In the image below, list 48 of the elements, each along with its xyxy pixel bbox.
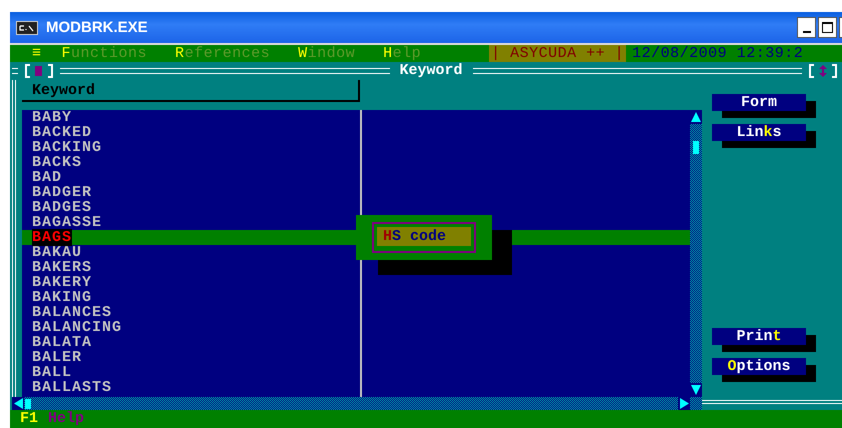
resize-icon[interactable] xyxy=(808,64,838,78)
keyword-item[interactable]: BACKING xyxy=(32,139,102,156)
menu-item[interactable]: References xyxy=(175,45,270,62)
horizontal-scroll-thumb[interactable] xyxy=(25,399,31,409)
menu-item[interactable]: Help xyxy=(383,45,422,62)
console-icon xyxy=(16,20,38,34)
minimize-button[interactable] xyxy=(797,17,816,38)
side-button[interactable]: Form xyxy=(712,94,806,111)
maximize-button[interactable] xyxy=(818,17,837,38)
hs-code-option[interactable]: HS code xyxy=(377,227,471,246)
keyword-item[interactable]: BALATA xyxy=(32,334,92,351)
keyword-item[interactable]: BADGER xyxy=(32,184,92,201)
menu-item[interactable]: Functions xyxy=(62,45,148,62)
keyword-item[interactable]: BACKED xyxy=(32,124,92,141)
keyword-item[interactable]: BAD xyxy=(32,169,62,186)
window-title: MODBRK.EXE xyxy=(46,19,149,36)
scroll-left-icon[interactable] xyxy=(12,397,24,410)
keyword-item[interactable]: BAGS xyxy=(32,229,72,246)
scroll-right-icon[interactable] xyxy=(678,397,690,410)
keyword-item[interactable]: BADGES xyxy=(32,199,92,216)
menu-item[interactable]: Window xyxy=(298,45,356,62)
keyword-item[interactable]: BAKERS xyxy=(32,259,92,276)
keyword-item[interactable]: BAKAU xyxy=(32,244,82,261)
keyword-item[interactable]: BALANCES xyxy=(32,304,112,321)
keyword-item[interactable]: BAGASSE xyxy=(32,214,102,231)
side-button[interactable]: Print xyxy=(712,328,806,345)
minimize-icon xyxy=(802,30,810,32)
keyword-item[interactable]: BALLASTS xyxy=(32,379,112,396)
date-time: 12/08/2009 12:39:2 xyxy=(632,45,804,62)
scroll-up-icon[interactable] xyxy=(690,110,702,124)
system-menu[interactable]: ≡ xyxy=(32,45,42,62)
keyword-item[interactable]: BALL xyxy=(32,364,72,381)
help-key[interactable]: F1 xyxy=(20,410,38,428)
keyword-item[interactable]: BAKING xyxy=(32,289,92,306)
side-button[interactable]: Links xyxy=(712,124,806,141)
product-name: | ASYCUDA ++ | xyxy=(489,45,626,62)
scroll-down-icon[interactable] xyxy=(690,383,702,397)
maximize-icon xyxy=(822,22,833,33)
column-header: Keyword xyxy=(22,80,360,102)
keyword-item[interactable]: BAKERY xyxy=(32,274,92,291)
keyword-item[interactable]: BACKS xyxy=(32,154,82,171)
keyword-item[interactable]: BALER xyxy=(32,349,82,366)
keyword-item[interactable]: BALANCING xyxy=(32,319,122,336)
keyword-item[interactable]: BABY xyxy=(32,109,72,126)
scroll-thumb[interactable] xyxy=(693,141,700,154)
frame-title: Keyword xyxy=(398,62,464,80)
side-button[interactable]: Options xyxy=(712,358,806,375)
close-box-icon[interactable] xyxy=(24,64,54,78)
